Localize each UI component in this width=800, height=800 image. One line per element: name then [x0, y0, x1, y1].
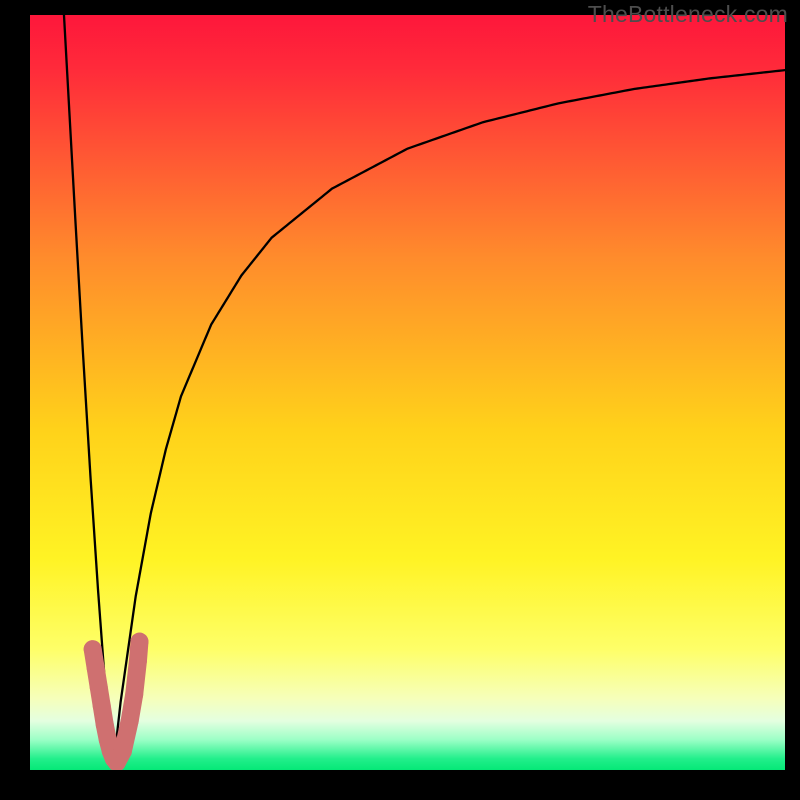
dot-point	[121, 712, 139, 730]
watermark-text: TheBottleneck.com	[588, 1, 788, 28]
dot-point	[130, 633, 148, 651]
dot-point	[87, 659, 105, 677]
dot-point	[90, 678, 108, 696]
dot-point	[93, 697, 111, 715]
dot-point	[96, 716, 114, 734]
dot-point	[125, 686, 143, 704]
plot-area	[30, 15, 785, 770]
dot-point	[114, 742, 132, 760]
chart-frame: TheBottleneck.com	[0, 0, 800, 800]
dot-point	[84, 640, 102, 658]
dot-point	[129, 652, 147, 670]
curve-layer	[30, 15, 785, 770]
curve-bottleneck-right	[113, 70, 785, 770]
